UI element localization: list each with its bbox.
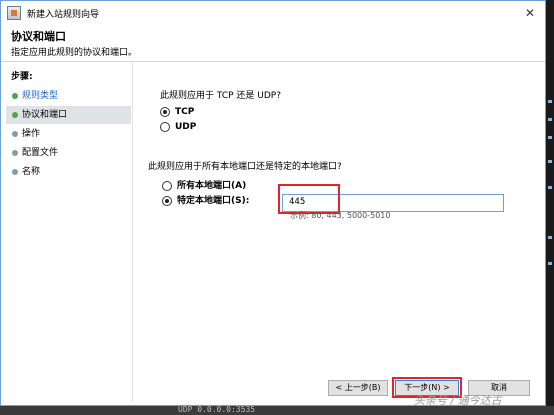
protocol-question: 此规则应用于 TCP 还是 UDP? — [160, 91, 281, 101]
sidebar-item-rule-type[interactable]: 规则类型 — [6, 87, 131, 105]
step-current-icon — [12, 112, 18, 118]
radio-selected-icon — [160, 107, 170, 117]
radio-selected-icon — [162, 196, 172, 206]
sidebar-item-protocol-ports[interactable]: 协议和端口 — [6, 106, 131, 124]
tcp-radio[interactable]: TCP — [160, 105, 240, 119]
radio-unselected-icon — [160, 122, 170, 132]
window-title: 新建入站规则向导 — [27, 10, 100, 20]
page-subtitle: 指定应用此规则的协议和端口。 — [11, 48, 138, 58]
sidebar-item-action: 操作 — [6, 125, 131, 143]
steps-sidebar: 步骤: 规则类型 协议和端口 操作 配置文件 名称 — [6, 62, 133, 402]
step-pending-icon — [12, 131, 18, 137]
radio-unselected-icon — [162, 181, 172, 191]
sidebar-item-name: 名称 — [6, 163, 131, 181]
all-ports-radio[interactable]: 所有本地端口(A) — [162, 179, 272, 193]
step-pending-icon — [12, 169, 18, 175]
close-icon[interactable]: ✕ — [519, 4, 541, 22]
title-bar: 新建入站规则向导 ✕ — [1, 1, 545, 25]
specific-ports-radio[interactable]: 特定本地端口(S): — [162, 194, 282, 208]
ports-example: 示例: 80, 443, 5000-5010 — [290, 211, 391, 220]
ports-question: 此规则应用于所有本地端口还是特定的本地端口? — [148, 162, 342, 172]
step-pending-icon — [12, 150, 18, 156]
wizard-header: 协议和端口 指定应用此规则的协议和端口。 — [1, 25, 545, 62]
background-console-text: UDP 0.0.0.0:3535 — [178, 405, 256, 414]
page-title: 协议和端口 — [11, 30, 66, 43]
udp-radio[interactable]: UDP — [160, 120, 240, 134]
sidebar-item-profile: 配置文件 — [6, 144, 131, 162]
steps-label: 步骤: — [11, 72, 33, 82]
wizard-app-icon — [7, 6, 21, 20]
back-button[interactable]: < 上一步(B) — [328, 380, 388, 396]
step-done-icon — [12, 93, 18, 99]
desktop-right-edge — [546, 0, 554, 415]
watermark: 头条号 / 通今达古 — [414, 394, 502, 407]
